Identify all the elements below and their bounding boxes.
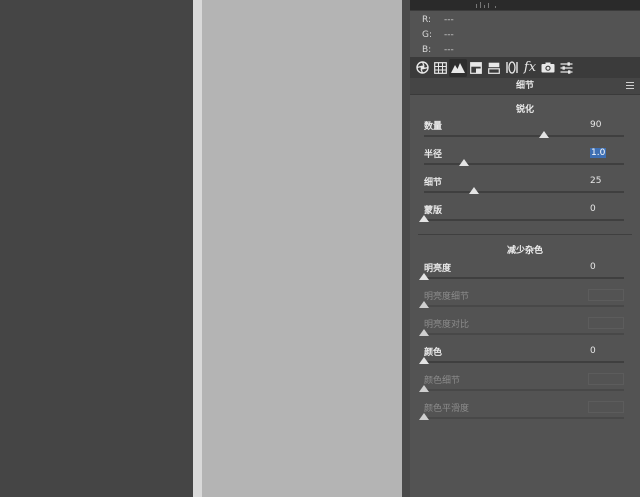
left-workspace bbox=[0, 0, 193, 497]
detail-control: 细节 25 bbox=[410, 175, 640, 203]
color-smoothness-value bbox=[588, 401, 624, 413]
amount-control: 数量 90 bbox=[410, 119, 640, 147]
r-value: --- bbox=[444, 15, 454, 25]
color-smoothness-slider-thumb bbox=[419, 413, 429, 420]
radius-slider-thumb[interactable] bbox=[459, 159, 469, 166]
masking-slider-thumb[interactable] bbox=[419, 215, 429, 222]
detail-slider[interactable] bbox=[424, 187, 624, 194]
detail-value[interactable]: 25 bbox=[588, 175, 624, 187]
luminance-contrast-slider bbox=[419, 329, 624, 336]
radius-value-selection: 1.0 bbox=[590, 148, 607, 158]
luminance-contrast-slider-thumb bbox=[419, 329, 429, 336]
g-value: --- bbox=[444, 30, 454, 40]
radius-control: 半径 1.0 bbox=[410, 147, 640, 175]
masking-control: 蒙版 0 bbox=[410, 203, 640, 231]
luminance-detail-slider bbox=[419, 301, 624, 308]
rgb-readout: R: --- G: --- B: --- bbox=[422, 13, 454, 58]
panel-gutter bbox=[402, 0, 410, 497]
detail-slider-thumb[interactable] bbox=[469, 187, 479, 194]
camera-icon[interactable] bbox=[539, 59, 557, 77]
amount-slider[interactable] bbox=[424, 131, 624, 138]
color-detail-control: 颜色细节 bbox=[410, 373, 640, 401]
color-detail-label: 颜色细节 bbox=[424, 376, 461, 386]
amount-value[interactable]: 90 bbox=[588, 119, 624, 131]
luminance-contrast-label: 明亮度对比 bbox=[424, 320, 470, 330]
section-divider bbox=[418, 234, 632, 235]
color-smoothness-control: 颜色平滑度 bbox=[410, 401, 640, 429]
color-value[interactable]: 0 bbox=[588, 345, 624, 357]
radius-value[interactable]: 1.0 bbox=[588, 147, 624, 159]
fx-icon[interactable]: fx bbox=[521, 59, 539, 77]
luminance-detail-value bbox=[588, 289, 624, 301]
color-control: 颜色 0 bbox=[410, 345, 640, 373]
color-detail-slider bbox=[419, 385, 624, 392]
color-slider[interactable] bbox=[419, 357, 624, 364]
luminance-detail-control: 明亮度细节 bbox=[410, 289, 640, 317]
color-smoothness-slider bbox=[419, 413, 624, 420]
masking-slider[interactable] bbox=[419, 215, 624, 222]
sharpening-title: 锐化 bbox=[515, 105, 534, 115]
r-label: R: bbox=[422, 15, 432, 25]
detail-panel: R: --- G: --- B: --- fx 细节 锐化 数量 90 半径 1… bbox=[410, 0, 640, 497]
radius-label: 半径 bbox=[424, 150, 443, 160]
color-detail-value bbox=[588, 373, 624, 385]
noise-reduction-title: 减少杂色 bbox=[506, 246, 543, 256]
color-detail-slider-thumb bbox=[419, 385, 429, 392]
masking-value[interactable]: 0 bbox=[588, 203, 624, 215]
luminance-control: 明亮度 0 bbox=[410, 261, 640, 289]
canvas-border bbox=[193, 0, 202, 497]
panel-title: 细节 bbox=[515, 81, 534, 91]
luminance-value[interactable]: 0 bbox=[588, 261, 624, 273]
sliders-icon[interactable] bbox=[557, 59, 575, 77]
color-slider-thumb[interactable] bbox=[419, 357, 429, 364]
split-tone-icon[interactable] bbox=[485, 59, 503, 77]
luminance-detail-label: 明亮度细节 bbox=[424, 292, 470, 302]
lens-icon[interactable] bbox=[503, 59, 521, 77]
luminance-slider[interactable] bbox=[419, 273, 624, 280]
luminance-slider-thumb[interactable] bbox=[419, 273, 429, 280]
amount-slider-thumb[interactable] bbox=[539, 131, 549, 138]
b-label: B: bbox=[422, 45, 432, 55]
color-smoothness-label: 颜色平滑度 bbox=[424, 404, 470, 414]
luminance-contrast-control: 明亮度对比 bbox=[410, 317, 640, 345]
radius-slider[interactable] bbox=[424, 159, 624, 166]
hsl-icon[interactable] bbox=[467, 59, 485, 77]
luminance-detail-slider-thumb bbox=[419, 301, 429, 308]
b-value: --- bbox=[444, 45, 454, 55]
histogram bbox=[410, 0, 640, 11]
panel-header: 细节 bbox=[410, 78, 640, 95]
mountains-icon[interactable] bbox=[449, 58, 467, 77]
luminance-contrast-value bbox=[588, 317, 624, 329]
aperture-icon[interactable] bbox=[413, 59, 431, 77]
image-canvas[interactable] bbox=[202, 0, 402, 497]
panel-menu-icon[interactable] bbox=[626, 82, 634, 89]
g-label: G: bbox=[422, 30, 433, 40]
panel-toolbar: fx bbox=[410, 57, 640, 78]
detail-label: 细节 bbox=[424, 178, 443, 188]
fx-label: fx bbox=[523, 60, 537, 75]
amount-label: 数量 bbox=[424, 122, 443, 132]
grid-icon[interactable] bbox=[431, 59, 449, 77]
